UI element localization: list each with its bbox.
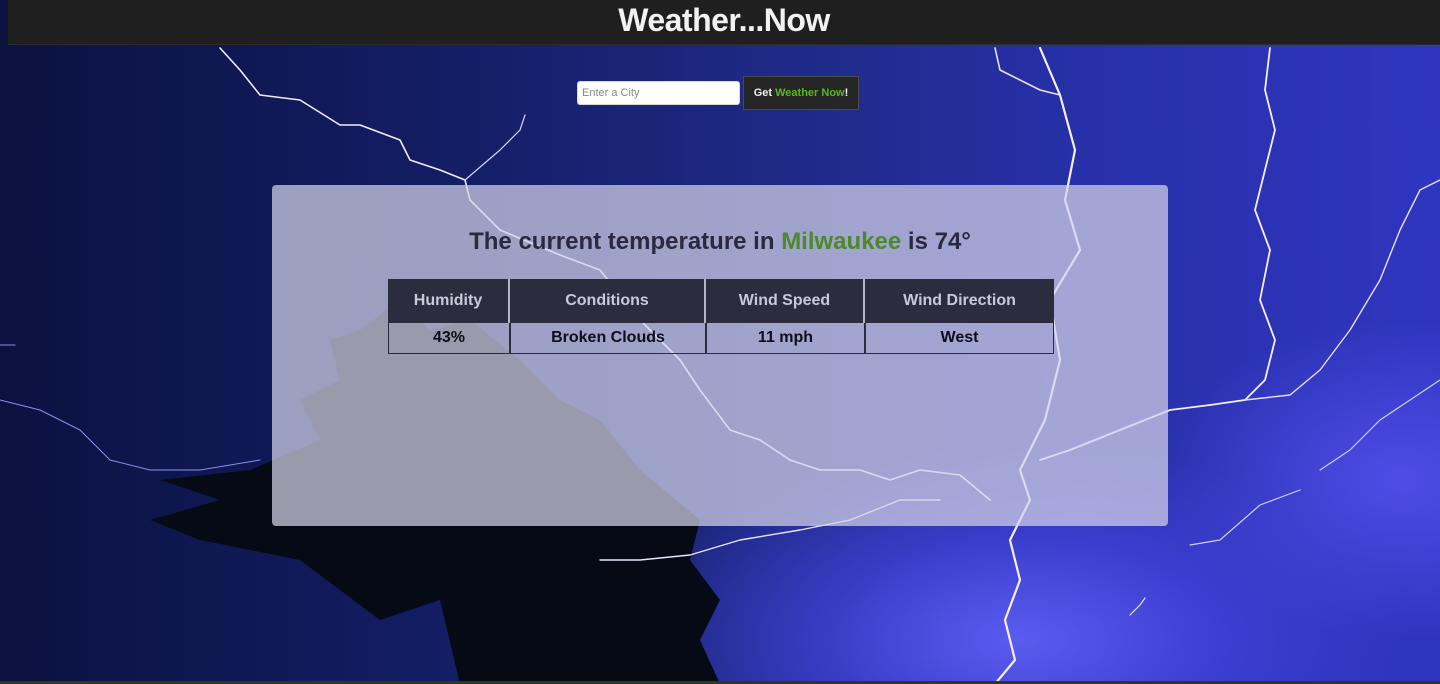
header-wind-speed: Wind Speed [706, 279, 865, 323]
weather-panel: The current temperature in Milwaukee is … [272, 185, 1168, 526]
weather-stats-table: Humidity Conditions Wind Speed Wind Dire… [388, 279, 1054, 354]
temperature-heading: The current temperature in Milwaukee is … [272, 228, 1168, 256]
heading-prefix: The current temperature in [469, 228, 782, 255]
value-wind-speed: 11 mph [706, 323, 865, 354]
city-search-form: Get Weather Now! [577, 76, 859, 110]
city-input[interactable] [577, 81, 740, 105]
get-weather-button[interactable]: Get Weather Now! [743, 76, 859, 110]
table-row: 43% Broken Clouds 11 mph West [388, 323, 1054, 354]
heading-middle: is [901, 228, 935, 255]
table-header-row: Humidity Conditions Wind Speed Wind Dire… [388, 279, 1054, 323]
header-humidity: Humidity [388, 279, 510, 323]
temperature-value: 74° [934, 228, 971, 255]
app-title: Weather...Now [618, 2, 830, 38]
value-conditions: Broken Clouds [510, 323, 706, 354]
city-name: Milwaukee [781, 228, 902, 255]
get-weather-button-accent: Weather Now [775, 87, 845, 99]
app-header: Weather...Now [8, 0, 1440, 45]
get-weather-button-prefix: Get [753, 87, 776, 99]
value-humidity: 43% [388, 323, 510, 354]
header-wind-direction: Wind Direction [865, 279, 1054, 323]
get-weather-button-suffix: ! [844, 87, 849, 99]
value-wind-direction: West [865, 323, 1054, 354]
header-conditions: Conditions [510, 279, 706, 323]
